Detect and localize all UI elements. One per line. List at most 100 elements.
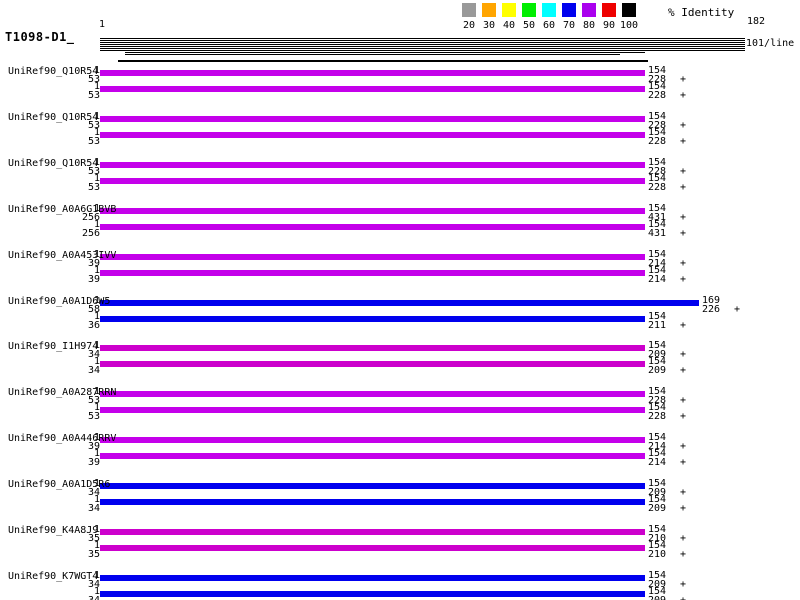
hit-start-label: 39 [60, 275, 100, 285]
strand-label: + [680, 213, 686, 223]
hit-start-label: 256 [60, 229, 100, 239]
hit-start-label: 34 [60, 504, 100, 514]
strand-label: + [680, 275, 686, 285]
legend-label: 50 [523, 21, 535, 31]
strand-label: + [734, 305, 740, 315]
alignment-bar [100, 208, 645, 214]
legend-item: 80 [582, 3, 596, 31]
legend-swatch [582, 3, 596, 17]
hit-end-label: 228 [648, 137, 666, 147]
alignment-bar [100, 132, 645, 138]
strand-label: + [680, 596, 686, 600]
legend-item: 30 [482, 3, 496, 31]
legend-swatch [602, 3, 616, 17]
strand-label: + [680, 580, 686, 590]
alignment-bar [100, 529, 645, 535]
strand-label: + [680, 412, 686, 422]
alignment-bar [100, 499, 645, 505]
strand-label: + [680, 121, 686, 131]
alignment-coverage-screen: T1098-D1_ 20 30 40 50 60 70 80 90 100 % Identity… [0, 0, 800, 600]
hit-row: 139154214+139154214+UniRef90_A0A446RRV [0, 437, 800, 471]
hit-start-label: 34 [60, 596, 100, 600]
hit-end-label: 228 [648, 183, 666, 193]
hit-start-label: 34 [60, 366, 100, 376]
hit-end-label: 214 [648, 275, 666, 285]
alignment-bar [100, 70, 645, 76]
legend-item: 90 [602, 3, 616, 31]
hit-end-label: 210 [648, 550, 666, 560]
page-title: T1098-D1_ [5, 31, 75, 43]
legend-swatch [562, 3, 576, 17]
legend-label: 30 [483, 21, 495, 31]
strand-label: + [680, 259, 686, 269]
legend-label: 20 [463, 21, 475, 31]
hit-end-label: 209 [648, 366, 666, 376]
legend-label: 40 [503, 21, 515, 31]
alignment-bar [100, 345, 645, 351]
legend-item: 70 [562, 3, 576, 31]
alignment-bar [100, 86, 645, 92]
legend-item: 20 [462, 3, 476, 31]
alignment-bar [100, 316, 645, 322]
hit-row: 134154209+134154209+UniRef90_A0A1D5R6 [0, 483, 800, 517]
hit-end-label: 209 [648, 504, 666, 514]
alignment-bar [100, 575, 645, 581]
strand-label: + [680, 137, 686, 147]
ruler-line-2 [125, 54, 620, 55]
hit-start-label: 39 [60, 458, 100, 468]
legend-label: 60 [543, 21, 555, 31]
hit-row: 153154228+153154228+UniRef90_Q10R54 [0, 116, 800, 150]
legend-title: % Identity [668, 7, 734, 18]
identity-legend: 20 30 40 50 60 70 80 90 100 [462, 3, 636, 31]
hit-end-label: 209 [648, 596, 666, 600]
strand-label: + [680, 534, 686, 544]
strand-label: + [680, 75, 686, 85]
legend-swatch [482, 3, 496, 17]
legend-swatch [502, 3, 516, 17]
alignment-bar [100, 391, 645, 397]
legend-swatch [622, 3, 636, 17]
alignment-bar [100, 178, 645, 184]
hit-end-label: 228 [648, 412, 666, 422]
strand-label: + [680, 396, 686, 406]
hit-start-label: 53 [60, 412, 100, 422]
alignment-bar [100, 591, 645, 597]
legend-swatch [542, 3, 556, 17]
alignment-bar [100, 453, 645, 459]
alignment-bar [100, 300, 699, 306]
hit-row: 153154228+153154228+UniRef90_A0A287RRN [0, 391, 800, 425]
ruler-start-label: 1 [99, 20, 105, 30]
alignment-bar [100, 483, 645, 489]
hit-end-label: 228 [648, 91, 666, 101]
hit-row: 153154228+153154228+UniRef90_Q10R54 [0, 162, 800, 196]
query-ruler-stripes [100, 38, 745, 52]
strand-label: + [680, 366, 686, 376]
strand-label: + [680, 321, 686, 331]
legend-swatch [522, 3, 536, 17]
hit-start-label: 35 [60, 550, 100, 560]
alignment-bar [100, 270, 645, 276]
strand-label: + [680, 458, 686, 468]
hit-end-label: 226 [702, 305, 720, 315]
legend-item: 100 [622, 3, 636, 31]
legend-label: 90 [603, 21, 615, 31]
hit-end-label: 211 [648, 321, 666, 331]
strand-label: + [680, 229, 686, 239]
hit-row: 139154214+139154214+UniRef90_A0A453IVV [0, 254, 800, 288]
hit-row: 134154209+134154209+UniRef90_I1H974 [0, 345, 800, 379]
strand-label: + [680, 488, 686, 498]
hit-start-label: 53 [60, 183, 100, 193]
alignment-bar [100, 116, 645, 122]
ruler-line-1 [125, 52, 645, 53]
hit-row: 158169226+136154211+UniRef90_A0A1D6W5 [0, 300, 800, 334]
hit-start-label: 53 [60, 137, 100, 147]
alignment-bar [100, 437, 645, 443]
hit-row: 153154228+153154228+UniRef90_Q10R54 [0, 70, 800, 104]
legend-label: 70 [563, 21, 575, 31]
legend-item: 40 [502, 3, 516, 31]
legend-label: 80 [583, 21, 595, 31]
legend-swatch [462, 3, 476, 17]
hit-row: 134154209+134154209+UniRef90_K7WGT4 [0, 575, 800, 600]
hit-row: 135154210+135154210+UniRef90_K4A8J9 [0, 529, 800, 563]
hit-start-label: 36 [60, 321, 100, 331]
